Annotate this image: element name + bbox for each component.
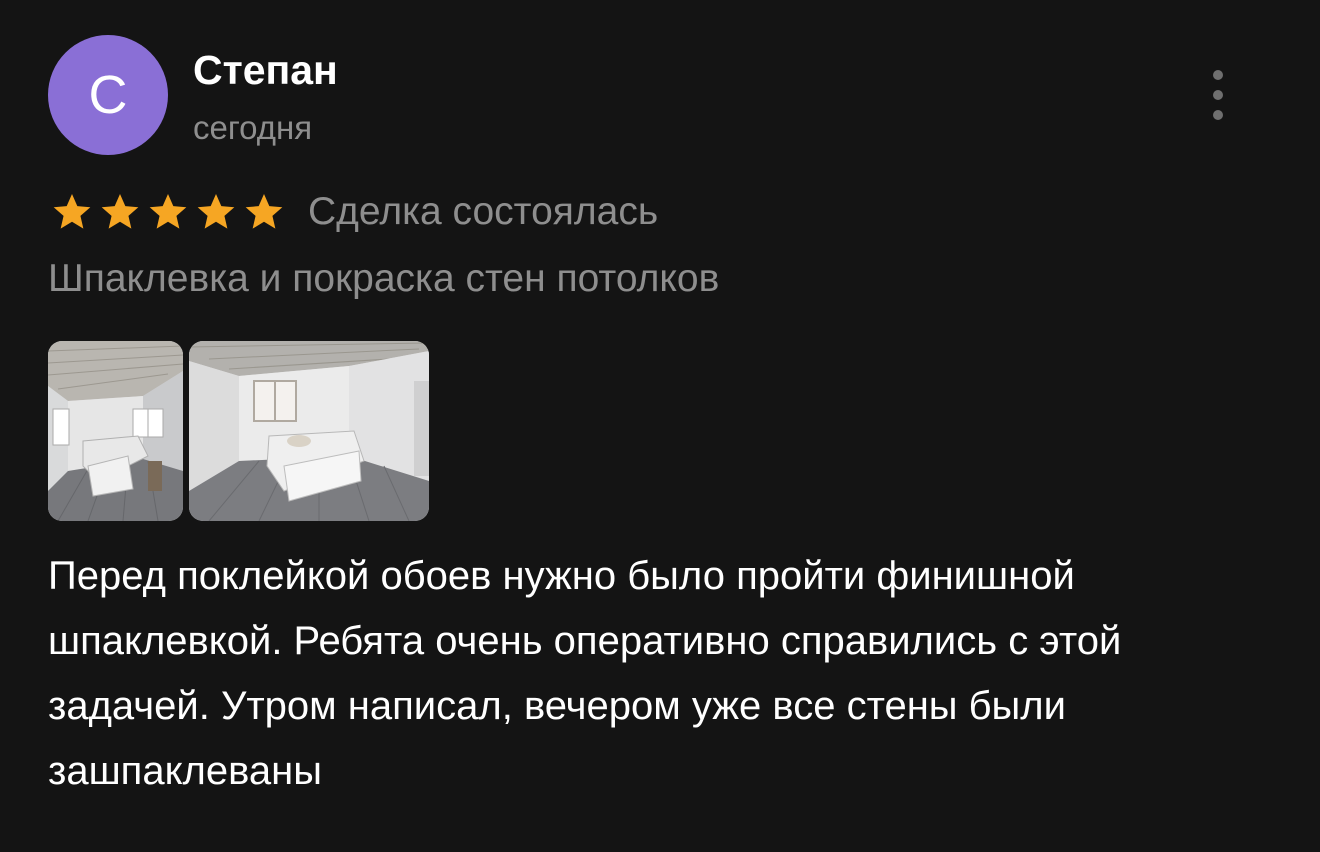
avatar-initial: С bbox=[88, 65, 128, 125]
menu-dot bbox=[1213, 110, 1223, 120]
star-icon bbox=[245, 194, 283, 229]
review-photo-2[interactable] bbox=[189, 341, 429, 521]
rating-row: Сделка состоялась bbox=[50, 186, 658, 238]
menu-dot bbox=[1213, 90, 1223, 100]
star-icon bbox=[149, 194, 187, 229]
star-icon bbox=[53, 194, 91, 229]
room-photo-icon bbox=[48, 341, 183, 521]
room-photo-icon bbox=[189, 341, 429, 521]
service-name[interactable]: Шпаклевка и покраска стен потолков bbox=[48, 255, 719, 303]
star-icon bbox=[101, 194, 139, 229]
review-date: сегодня bbox=[193, 109, 313, 146]
menu-dot bbox=[1213, 70, 1223, 80]
review-photo-1[interactable] bbox=[48, 341, 183, 521]
author-name[interactable]: Степан bbox=[193, 46, 338, 94]
more-vertical-icon[interactable] bbox=[1204, 70, 1232, 120]
star-rating bbox=[50, 190, 286, 234]
star-icon bbox=[197, 194, 235, 229]
deal-status: Сделка состоялась bbox=[308, 190, 659, 233]
photo-gallery bbox=[48, 341, 429, 521]
avatar[interactable]: С bbox=[48, 35, 168, 155]
review-text: Перед поклейкой обоев нужно было пройти … bbox=[48, 554, 1122, 793]
